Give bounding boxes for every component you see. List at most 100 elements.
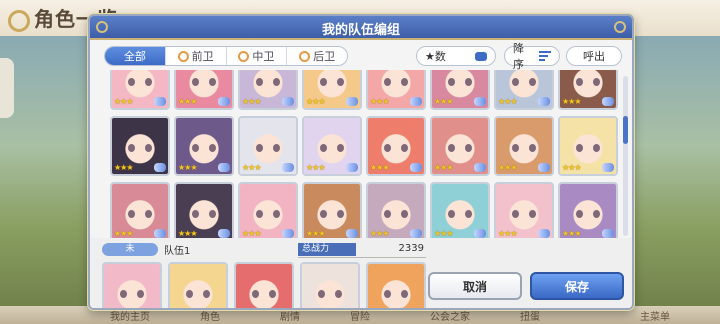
character-card[interactable]: ★★★ xyxy=(174,116,234,176)
rank-icon xyxy=(410,97,422,106)
tab-back[interactable]: 后卫 xyxy=(287,47,347,65)
nav-story[interactable]: 剧情 xyxy=(280,308,300,323)
tab-middle[interactable]: 中卫 xyxy=(227,47,288,65)
character-card[interactable]: ★★★ xyxy=(366,70,426,110)
character-eyes xyxy=(384,290,408,298)
character-card[interactable]: ★★★ xyxy=(366,182,426,238)
rank-icon xyxy=(154,163,166,172)
character-card[interactable]: ★★★ xyxy=(430,70,490,110)
star-rating: ★★★ xyxy=(238,309,257,310)
side-arrow-button[interactable] xyxy=(0,58,14,118)
character-portrait xyxy=(170,264,226,308)
rank-icon xyxy=(218,229,230,238)
rank-icon xyxy=(344,309,356,310)
rank-icon xyxy=(538,163,550,172)
character-eyes xyxy=(512,144,536,152)
nav-guild[interactable]: 公会之家 xyxy=(430,308,470,323)
character-card[interactable]: ★★★ xyxy=(238,182,298,238)
scroll-thumb[interactable] xyxy=(623,116,628,144)
call-button[interactable]: 呼出 xyxy=(566,46,622,66)
rank-icon xyxy=(154,97,166,106)
character-card[interactable]: ★★★ xyxy=(494,70,554,110)
star-rating: ★★★ xyxy=(370,309,389,310)
character-card[interactable]: ★★★ xyxy=(238,70,298,110)
star-rating: ★★★ xyxy=(114,163,133,172)
star-rating: ★★★ xyxy=(306,97,325,106)
sort-order-button[interactable]: 降序 xyxy=(504,42,560,71)
character-card[interactable]: ★★★ xyxy=(174,70,234,110)
character-card[interactable]: ★★★ xyxy=(110,70,170,110)
character-card[interactable]: ★★★ xyxy=(174,182,234,238)
character-card[interactable]: ★★★ xyxy=(494,182,554,238)
character-eyes xyxy=(192,144,216,152)
character-card[interactable]: ★★★ xyxy=(302,116,362,176)
character-card[interactable]: ★★★ xyxy=(430,116,490,176)
star-rating: ★★★ xyxy=(498,97,517,106)
character-eyes xyxy=(318,290,342,298)
character-portrait xyxy=(104,264,160,308)
tab-all[interactable]: 全部 xyxy=(105,47,166,65)
character-card[interactable]: ★★★ xyxy=(110,182,170,238)
rank-icon xyxy=(474,97,486,106)
star-rating: ★★★ xyxy=(434,229,453,238)
character-card[interactable]: ★★★ xyxy=(300,262,360,310)
sort-lines-icon xyxy=(539,51,551,61)
star-rating: ★★★ xyxy=(434,163,453,172)
save-button[interactable]: 保存 xyxy=(530,272,624,300)
cancel-button[interactable]: 取消 xyxy=(428,272,522,300)
tab-front[interactable]: 前卫 xyxy=(166,47,227,65)
rank-icon xyxy=(346,97,358,106)
total-power-value: 2339 xyxy=(398,243,424,254)
star-rating: ★★★ xyxy=(114,229,133,238)
character-eyes xyxy=(384,210,408,218)
character-card[interactable]: ★★★ xyxy=(238,116,298,176)
rank-icon xyxy=(538,97,550,106)
rank-icon xyxy=(474,229,486,238)
character-card[interactable]: ★★★ xyxy=(302,182,362,238)
character-portrait xyxy=(368,264,424,308)
rank-icon xyxy=(602,229,614,238)
character-card[interactable]: ★★★ xyxy=(110,116,170,176)
nav-home[interactable]: 我的主页 xyxy=(110,308,150,323)
sort-key-icon xyxy=(475,51,487,61)
rank-icon xyxy=(218,163,230,172)
character-eyes xyxy=(448,210,472,218)
star-rating: ★★★ xyxy=(562,97,581,106)
rank-icon xyxy=(146,309,158,310)
character-card[interactable]: ★★★ xyxy=(168,262,228,310)
team-panel: 未 队伍1 总战力 2339 ★★★★★★★★★★★★★★★★★ 取消 保存 xyxy=(90,238,632,310)
star-rating: ★★★ xyxy=(242,97,261,106)
dialog-header: 我的队伍编组 xyxy=(90,16,632,40)
character-eyes xyxy=(120,290,144,298)
character-card[interactable]: ★★★ xyxy=(430,182,490,238)
star-rating: ★★★ xyxy=(562,229,581,238)
star-rating: ★★★ xyxy=(114,97,133,106)
character-card[interactable]: ★★★★★ xyxy=(102,262,162,310)
nav-gacha[interactable]: 扭蛋 xyxy=(520,308,540,323)
character-card[interactable]: ★★★ xyxy=(234,262,294,310)
rank-icon xyxy=(154,229,166,238)
character-card[interactable]: ★★★ xyxy=(366,262,426,310)
nav-character[interactable]: 角色 xyxy=(200,308,220,323)
menu-ring-icon xyxy=(8,9,30,32)
star-rating: ★★★★★ xyxy=(106,309,137,310)
character-eyes xyxy=(192,78,216,86)
star-rating: ★★★ xyxy=(562,163,581,172)
character-card[interactable]: ★★★ xyxy=(558,182,618,238)
star-rating: ★★★ xyxy=(370,229,389,238)
rank-icon xyxy=(602,163,614,172)
character-card[interactable]: ★★★ xyxy=(302,70,362,110)
character-card[interactable]: ★★★ xyxy=(366,116,426,176)
star-rating: ★★★ xyxy=(498,229,517,238)
character-card[interactable]: ★★★ xyxy=(494,116,554,176)
star-rating: ★★★ xyxy=(172,309,191,310)
character-card[interactable]: ★★★ xyxy=(558,70,618,110)
character-card[interactable]: ★★★ xyxy=(558,116,618,176)
nav-adventure[interactable]: 冒险 xyxy=(350,308,370,323)
sort-key-select[interactable]: ★数 xyxy=(416,46,496,66)
rank-icon xyxy=(346,229,358,238)
grid-scrollbar[interactable] xyxy=(623,76,628,236)
character-eyes xyxy=(384,78,408,86)
character-eyes xyxy=(576,78,600,86)
nav-menu[interactable]: 主菜单 xyxy=(640,308,670,323)
